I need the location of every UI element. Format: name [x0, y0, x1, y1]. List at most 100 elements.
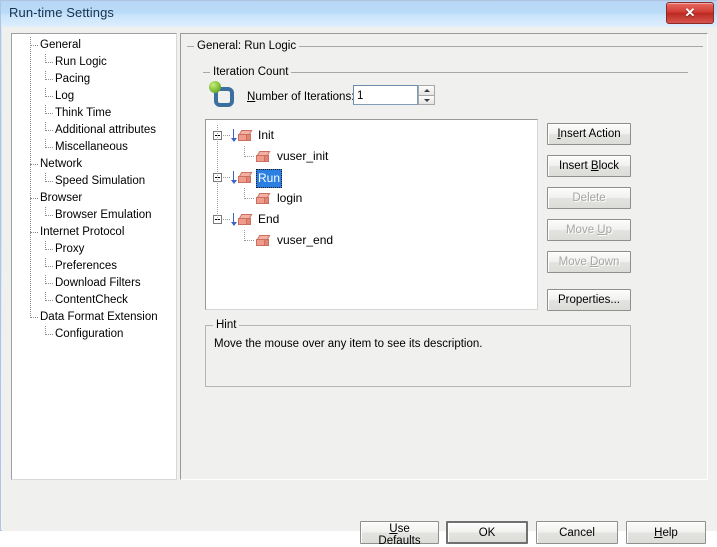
button-label-post: nsert Action: [560, 128, 621, 140]
sidebar-item-general[interactable]: General: [12, 37, 176, 54]
sidebar-item-preferences[interactable]: Preferences: [12, 258, 176, 275]
tree-branch-line: [223, 219, 230, 220]
action-tree-row-login[interactable]: login: [206, 188, 537, 209]
window-title: Run-time Settings: [9, 5, 115, 20]
cancel-button[interactable]: Cancel: [536, 521, 618, 544]
accel-char: B: [590, 160, 599, 172]
sidebar-item-run-logic[interactable]: Run Logic: [12, 54, 176, 71]
sidebar-item-label: General: [40, 39, 81, 51]
action-tree-row-run[interactable]: Run: [206, 167, 537, 188]
properties-button[interactable]: Properties...: [547, 289, 631, 311]
tree-branch-line: [244, 198, 254, 199]
block-icon: [238, 214, 253, 226]
action-tree-row-end[interactable]: End: [206, 209, 537, 230]
sidebar-item-label: Configuration: [55, 328, 124, 340]
sidebar-item-label: ContentCheck: [55, 294, 128, 306]
sidebar-item-browser-emulation[interactable]: Browser Emulation: [12, 207, 176, 224]
tree-branch-line: [45, 283, 53, 284]
block-side-face: [264, 197, 269, 204]
loop-green-dot-shape: [209, 81, 221, 93]
help-button[interactable]: Help: [626, 521, 706, 544]
sidebar-item-contentcheck[interactable]: ContentCheck: [12, 292, 176, 309]
sidebar-item-label: Network: [40, 158, 83, 170]
sidebar-item-proxy[interactable]: Proxy: [12, 241, 176, 258]
button-label-post: se Defaults: [378, 523, 421, 547]
button-label-pre: Cancel: [559, 526, 595, 539]
tree-trunk-line: [217, 125, 219, 220]
tree-branch-line: [45, 113, 53, 114]
hint-group-label: Hint: [213, 319, 240, 331]
action-tree-row-init[interactable]: Init: [206, 125, 537, 146]
button-label-post: own: [598, 256, 620, 268]
spinner-down-button[interactable]: [418, 95, 435, 105]
tree-branch-line: [244, 156, 254, 157]
number-of-iterations-input[interactable]: [353, 85, 418, 105]
block-icon: [256, 235, 271, 247]
block-side-face: [246, 218, 251, 225]
sidebar-item-label: Pacing: [55, 73, 91, 85]
sidebar-item-internet-protocol[interactable]: Internet Protocol: [12, 224, 176, 241]
tree-branch-line: [45, 130, 53, 131]
action-tree-view[interactable]: Init vuser_init Run login End vuser_end: [205, 119, 538, 310]
number-of-iterations-label: Number of Iterations:: [247, 91, 354, 103]
delete-button[interactable]: Delete: [547, 187, 631, 209]
title-bar: Run-time Settings ✕: [1, 1, 717, 27]
use-defaults-button[interactable]: Use Defaults: [360, 521, 439, 547]
tree-trunk-line: [30, 37, 32, 318]
sidebar-item-download-filters[interactable]: Download Filters: [12, 275, 176, 292]
action-block-icon: [231, 171, 253, 186]
sidebar-item-label: Browser: [40, 192, 83, 204]
insert-block-button[interactable]: Insert Block: [547, 155, 631, 177]
button-label-post: elp: [662, 526, 678, 539]
action-tree-label: Run: [256, 169, 283, 188]
sidebar-item-configuration[interactable]: Configuration: [12, 326, 176, 343]
action-block-icon: [231, 213, 253, 228]
spinner-up-button[interactable]: [418, 85, 435, 95]
sidebar-item-label: Proxy: [55, 243, 85, 255]
sidebar-item-label: Speed Simulation: [55, 175, 146, 187]
action-tree-row-vuser_init[interactable]: vuser_init: [206, 146, 537, 167]
chevron-down-icon: [423, 99, 430, 102]
sidebar-item-think-time[interactable]: Think Time: [12, 105, 176, 122]
sidebar-item-pacing[interactable]: Pacing: [12, 71, 176, 88]
button-label-pre: Move: [565, 224, 598, 236]
ok-button[interactable]: OK: [446, 521, 528, 544]
sidebar-item-browser[interactable]: Browser: [12, 190, 176, 207]
block-side-face: [246, 134, 251, 141]
insert-action-button[interactable]: Insert Action: [547, 123, 631, 145]
move-up-button[interactable]: Move Up: [547, 219, 631, 241]
action-tree-label: vuser_end: [277, 233, 334, 247]
sidebar-item-label: Additional attributes: [55, 124, 157, 136]
sidebar-item-miscellaneous[interactable]: Miscellaneous: [12, 139, 176, 156]
sidebar-item-additional-attributes[interactable]: Additional attributes: [12, 122, 176, 139]
button-label-pre: Delete: [572, 192, 606, 204]
tree-branch-line: [45, 96, 53, 97]
label-rest: umber of Iterations:: [255, 91, 355, 103]
action-tree-label: vuser_init: [277, 149, 329, 163]
button-label-post: lock: [598, 160, 620, 172]
tree-branch-line: [45, 181, 53, 182]
block-icon: [256, 193, 271, 205]
close-button[interactable]: ✕: [666, 2, 714, 24]
general-group-label: General: Run Logic: [194, 40, 300, 52]
sidebar-item-label: Log: [55, 90, 75, 102]
spinner-buttons[interactable]: [418, 85, 435, 105]
move-down-button[interactable]: Move Down: [547, 251, 631, 273]
tree-branch-line: [45, 334, 53, 335]
settings-category-tree[interactable]: General Run Logic Pacing Log Think Time Addit…: [11, 33, 177, 480]
tree-branch-line: [45, 266, 53, 267]
action-tree-label: login: [277, 191, 303, 205]
sidebar-item-data-format-extension[interactable]: Data Format Extension: [12, 309, 176, 326]
tree-branch-line: [45, 147, 53, 148]
sidebar-item-speed-simulation[interactable]: Speed Simulation: [12, 173, 176, 190]
sidebar-item-label: Think Time: [55, 107, 112, 119]
iterations-spinner[interactable]: [353, 85, 437, 105]
arrow-down-icon: [231, 180, 237, 184]
action-tree-row-vuser_end[interactable]: vuser_end: [206, 230, 537, 251]
block-side-face: [264, 239, 269, 246]
sidebar-item-network[interactable]: Network: [12, 156, 176, 173]
button-label-post: p: [605, 224, 613, 236]
sidebar-item-log[interactable]: Log: [12, 88, 176, 105]
tree-branch-line: [223, 135, 230, 136]
block-icon: [238, 172, 253, 184]
